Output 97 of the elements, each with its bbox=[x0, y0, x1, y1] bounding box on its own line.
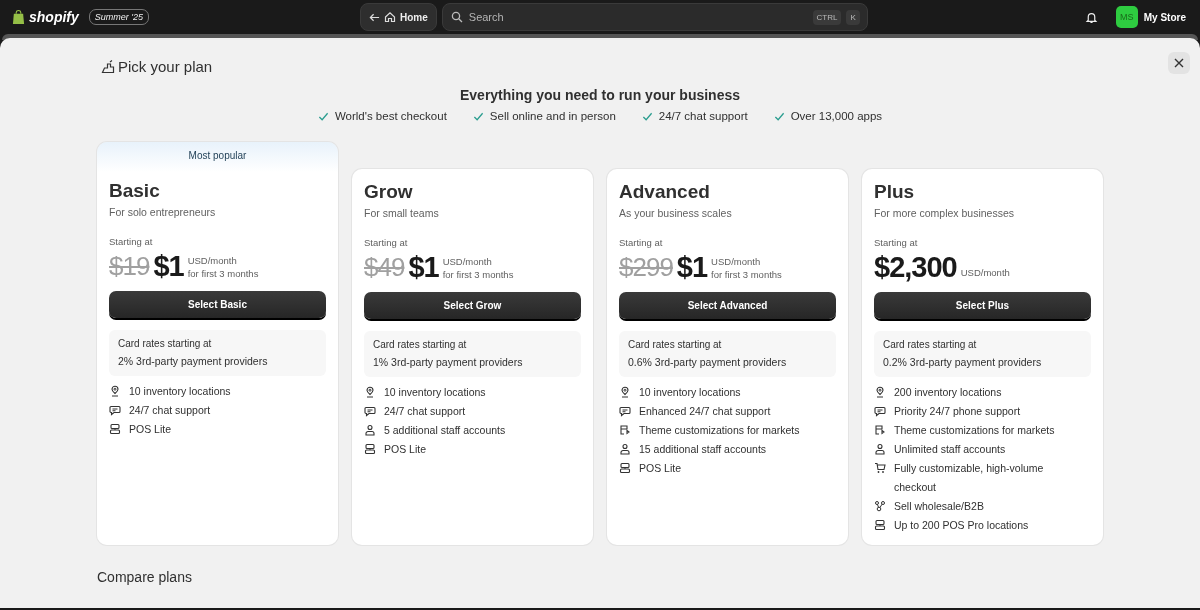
price: $1 bbox=[408, 251, 439, 284]
feature-text: Unlimited staff accounts bbox=[894, 442, 1007, 457]
pos-terminal-icon bbox=[364, 443, 376, 455]
select-plan-button[interactable]: Select Advanced bbox=[619, 292, 836, 319]
price: $2,300 bbox=[874, 251, 957, 284]
feature-text: 10 inventory locations bbox=[639, 385, 742, 400]
plan-name: Grow bbox=[364, 181, 414, 203]
price-unit: USD/month bbox=[442, 254, 493, 268]
feature-text: Theme customizations for markets bbox=[639, 423, 801, 438]
feature-text: 10 inventory locations bbox=[129, 384, 232, 399]
pos-terminal-icon bbox=[874, 519, 886, 531]
check-icon bbox=[773, 110, 785, 122]
cart-icon bbox=[874, 462, 886, 474]
plan-tagline: For solo entrepreneurs bbox=[109, 206, 217, 218]
feature-text: POS Lite bbox=[639, 461, 683, 476]
store-name[interactable]: My Store bbox=[1143, 11, 1186, 23]
location-pin-icon bbox=[619, 386, 631, 398]
select-plan-button[interactable]: Select Plus bbox=[874, 292, 1091, 319]
rates-title: Card rates starting at bbox=[628, 339, 723, 350]
starting-label: Starting at bbox=[364, 237, 409, 248]
bell-icon[interactable] bbox=[1084, 10, 1098, 24]
price: $1 bbox=[676, 251, 708, 284]
feature-text: Priority 24/7 phone support bbox=[894, 404, 1022, 419]
pos-terminal-icon bbox=[109, 423, 121, 435]
headline: Everything you need to run your business bbox=[458, 87, 742, 103]
plan-tagline: As your business scales bbox=[619, 207, 733, 219]
shopping-bag-icon bbox=[12, 9, 25, 25]
person-icon bbox=[874, 443, 886, 455]
price-unit: USD/month bbox=[187, 253, 238, 267]
highlight-text: Sell online and in person bbox=[489, 110, 616, 122]
chat-bubble-icon bbox=[619, 405, 631, 417]
logo[interactable]: shopify bbox=[29, 9, 79, 25]
feature-text: Fully customizable, high-volume checkout bbox=[894, 461, 1045, 495]
old-price: $49 bbox=[364, 252, 405, 283]
back-arrow-icon bbox=[369, 11, 380, 23]
check-icon bbox=[641, 110, 653, 122]
location-pin-icon bbox=[874, 386, 886, 398]
feature-text: POS Lite bbox=[384, 442, 428, 457]
plan-tagline: For small teams bbox=[364, 207, 440, 219]
person-icon bbox=[619, 443, 631, 455]
search-icon bbox=[450, 11, 463, 23]
network-icon bbox=[874, 500, 886, 512]
section-heading: Compare plans bbox=[97, 569, 193, 585]
rates-title: Card rates starting at bbox=[373, 339, 468, 350]
feature-text: 5 additional staff accounts bbox=[384, 423, 507, 438]
most-popular-label: Most popular bbox=[187, 148, 248, 163]
plan-tagline: For more complex businesses bbox=[874, 207, 1016, 219]
close-icon bbox=[1174, 58, 1184, 68]
rates-text: 1% 3rd-party payment providers bbox=[373, 356, 524, 368]
price-note: for first 3 months bbox=[187, 266, 259, 280]
chat-bubble-icon bbox=[874, 405, 886, 417]
rates-text: 0.6% 3rd-party payment providers bbox=[628, 356, 788, 368]
starting-label: Starting at bbox=[109, 236, 154, 247]
chat-bubble-icon bbox=[109, 404, 121, 416]
price-unit: USD/month bbox=[960, 266, 1010, 279]
plan-name: Advanced bbox=[619, 181, 711, 203]
feature-text: 10 inventory locations bbox=[384, 385, 487, 400]
feature-text: Theme customizations for markets bbox=[894, 423, 1056, 438]
highlight-text: Over 13,000 apps bbox=[790, 110, 883, 122]
rates-text: 2% 3rd-party payment providers bbox=[118, 355, 269, 367]
feature-text: Up to 200 POS Pro locations bbox=[894, 518, 1030, 533]
price-note: for first 3 months bbox=[442, 267, 514, 281]
check-icon bbox=[317, 110, 329, 122]
house-icon bbox=[384, 11, 396, 23]
check-icon bbox=[472, 110, 484, 122]
location-pin-icon bbox=[109, 385, 121, 397]
price-note: for first 3 months bbox=[711, 267, 782, 281]
feature-text: 24/7 chat support bbox=[384, 404, 467, 419]
feature-text: POS Lite bbox=[129, 422, 173, 437]
feature-text: Sell wholesale/B2B bbox=[894, 499, 985, 514]
feature-text: 15 additional staff accounts bbox=[639, 442, 768, 457]
close-button[interactable] bbox=[1168, 52, 1190, 74]
starting-label: Starting at bbox=[874, 237, 919, 248]
price: $1 bbox=[153, 250, 184, 283]
feature-text: 200 inventory locations bbox=[894, 385, 1003, 400]
home-button[interactable]: Home bbox=[360, 3, 437, 31]
select-plan-button[interactable]: Select Grow bbox=[364, 292, 581, 319]
rates-title: Card rates starting at bbox=[118, 338, 213, 349]
feature-text: Enhanced 24/7 chat support bbox=[639, 404, 772, 419]
feature-text: 24/7 chat support bbox=[129, 403, 212, 418]
select-plan-button[interactable]: Select Basic bbox=[109, 291, 326, 318]
edition-badge: Summer '25 bbox=[88, 9, 149, 25]
pos-terminal-icon bbox=[619, 462, 631, 474]
chat-bubble-icon bbox=[364, 405, 376, 417]
starting-label: Starting at bbox=[619, 237, 664, 248]
modal-title: Pick your plan bbox=[118, 58, 213, 75]
old-price: $299 bbox=[619, 252, 673, 283]
location-pin-icon bbox=[364, 386, 376, 398]
rates-title: Card rates starting at bbox=[883, 339, 978, 350]
rates-text: 0.2% 3rd-party payment providers bbox=[883, 356, 1043, 368]
old-price: $19 bbox=[109, 251, 150, 282]
person-icon bbox=[364, 424, 376, 436]
highlight-text: 24/7 chat support bbox=[658, 110, 748, 122]
highlight-text: World's best checkout bbox=[334, 110, 447, 122]
plan-name: Basic bbox=[109, 180, 161, 202]
plan-name: Plus bbox=[874, 181, 916, 203]
price-unit: USD/month bbox=[711, 254, 762, 268]
